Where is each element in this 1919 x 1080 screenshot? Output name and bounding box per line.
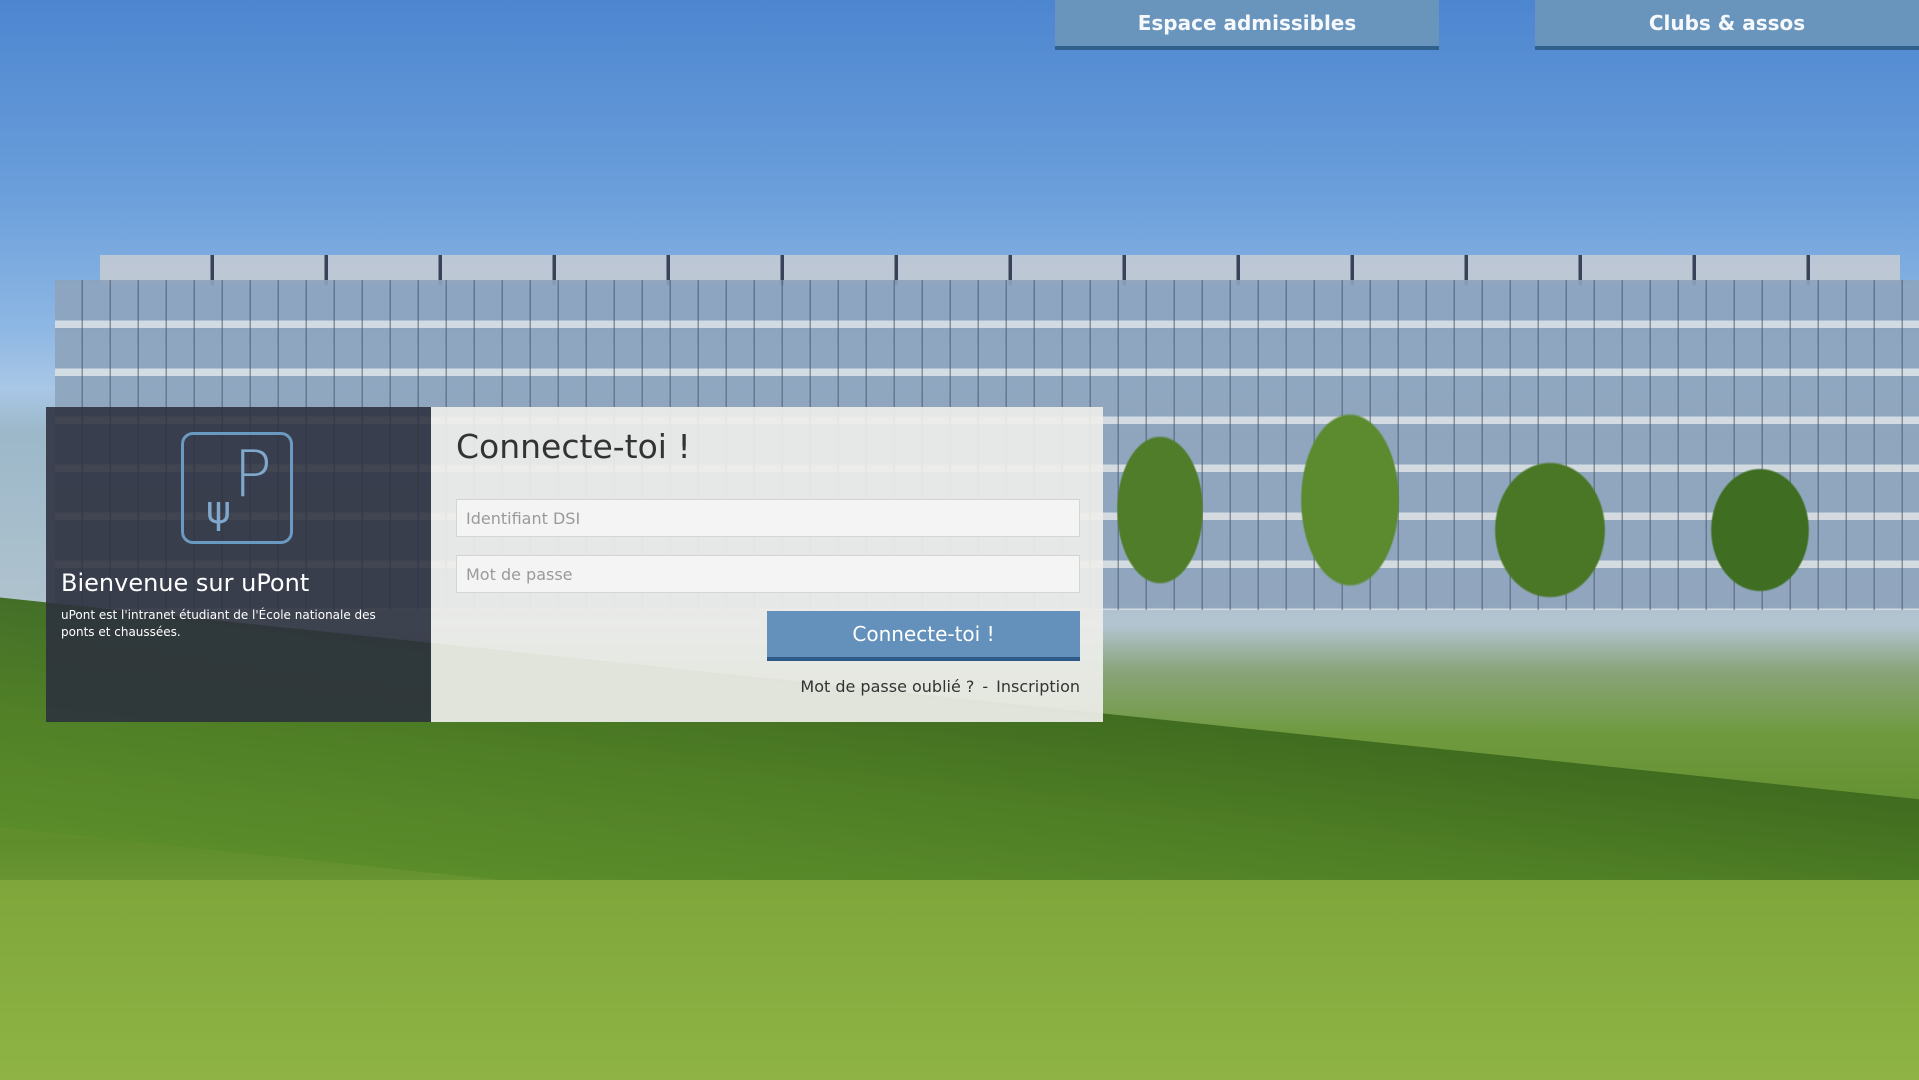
login-form-panel: Connecte-toi ! Connecte-toi ! Mot de pas… <box>431 407 1103 722</box>
login-title: Connecte-toi ! <box>456 427 691 466</box>
password-input[interactable] <box>456 555 1080 593</box>
links-separator: - <box>982 677 989 696</box>
background-trees <box>1080 380 1919 610</box>
login-page: Espace admissibles Clubs & assos ψ P Bie… <box>0 0 1919 1080</box>
login-submit-button[interactable]: Connecte-toi ! <box>767 611 1080 661</box>
nav-clubs-label: Clubs & assos <box>1648 11 1806 35</box>
nav-admissibles-button[interactable]: Espace admissibles <box>1055 0 1439 50</box>
login-links: Mot de passe oublié ? - Inscription <box>800 677 1080 696</box>
nav-clubs-button[interactable]: Clubs & assos <box>1535 0 1919 50</box>
forgot-password-link[interactable]: Mot de passe oublié ? <box>800 677 974 696</box>
background-lawn <box>0 880 1919 1080</box>
login-card: ψ P Bienvenue sur uPont uPont est l'intr… <box>46 407 1103 722</box>
logo-trident-icon: ψ <box>206 488 232 532</box>
welcome-panel: ψ P Bienvenue sur uPont uPont est l'intr… <box>46 407 431 722</box>
upont-logo: ψ P <box>181 432 293 544</box>
welcome-description: uPont est l'intranet étudiant de l'École… <box>61 608 376 639</box>
nav-admissibles-label: Espace admissibles <box>1137 11 1357 35</box>
logo-letter: P <box>233 438 272 512</box>
register-link[interactable]: Inscription <box>996 677 1080 696</box>
welcome-title: Bienvenue sur uPont <box>61 569 310 597</box>
username-input[interactable] <box>456 499 1080 537</box>
